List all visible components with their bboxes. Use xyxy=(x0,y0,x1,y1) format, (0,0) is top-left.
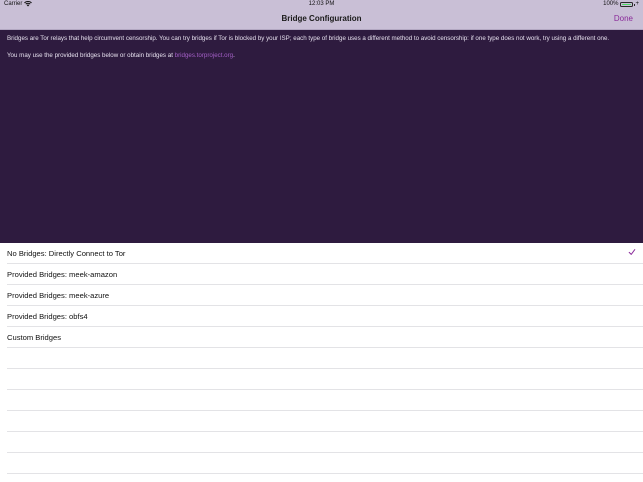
battery-group: 100% + xyxy=(603,1,639,7)
option-label: Custom Bridges xyxy=(7,333,62,342)
navigation-bar: Bridge Configuration Done xyxy=(0,10,643,30)
option-row-meek-azure[interactable]: Provided Bridges: meek-azure xyxy=(0,285,643,306)
option-row-obfs4[interactable]: Provided Bridges: obfs4 xyxy=(0,306,643,327)
bridges-link[interactable]: bridges.torproject.org xyxy=(175,52,233,59)
option-label: No Bridges: Directly Connect to Tor xyxy=(7,249,126,258)
bridges-info-panel: Bridges are Tor relays that help circumv… xyxy=(0,30,643,243)
option-row-custom-bridges[interactable]: Custom Bridges xyxy=(0,327,643,348)
done-button[interactable]: Done xyxy=(614,14,633,23)
info-paragraph-2: You may use the provided bridges below o… xyxy=(7,52,636,61)
empty-row xyxy=(0,348,643,369)
option-label: Provided Bridges: meek-amazon xyxy=(7,270,118,279)
option-row-meek-amazon[interactable]: Provided Bridges: meek-amazon xyxy=(0,264,643,285)
empty-row xyxy=(0,411,643,432)
status-bar: Carrier 12:03 PM 100% + xyxy=(0,0,643,10)
option-label: Provided Bridges: meek-azure xyxy=(7,291,110,300)
info-paragraph-2-suffix: . xyxy=(233,52,235,60)
battery-percent: 100% xyxy=(603,1,619,7)
empty-row xyxy=(0,453,643,474)
checkmark-icon xyxy=(628,249,636,255)
empty-row xyxy=(0,390,643,411)
option-row-no-bridges[interactable]: No Bridges: Directly Connect to Tor xyxy=(0,243,643,264)
option-label: Provided Bridges: obfs4 xyxy=(7,312,88,321)
info-paragraph-2-prefix: You may use the provided bridges below o… xyxy=(7,52,175,60)
battery-icon xyxy=(620,1,636,7)
charging-icon: + xyxy=(635,1,639,7)
screen: Carrier 12:03 PM 100% + Bridge Configura… xyxy=(0,0,643,482)
empty-row xyxy=(0,369,643,390)
page-title: Bridge Configuration xyxy=(281,14,362,23)
info-paragraph-1: Bridges are Tor relays that help circumv… xyxy=(7,35,610,42)
empty-row xyxy=(0,474,643,482)
status-time: 12:03 PM xyxy=(308,1,335,7)
bridge-options-list: No Bridges: Directly Connect to Tor Prov… xyxy=(0,243,643,482)
empty-row xyxy=(0,432,643,453)
